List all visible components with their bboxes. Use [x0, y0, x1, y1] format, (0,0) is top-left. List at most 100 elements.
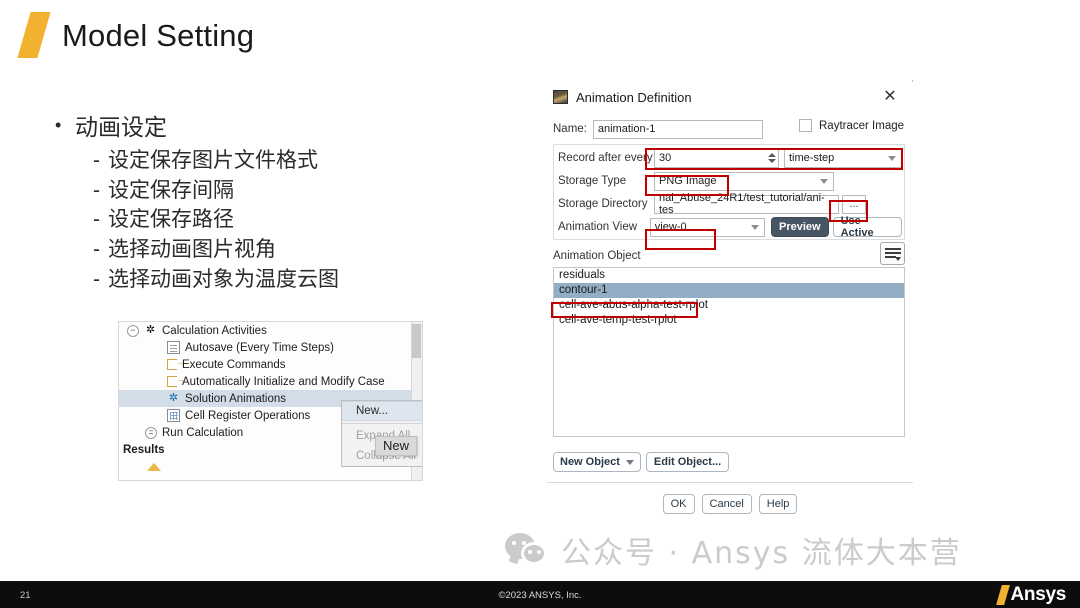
dialog-footer-buttons: OK Cancel Help: [547, 494, 913, 514]
bullet-level2: - 设定保存路径: [93, 205, 339, 235]
wechat-icon: [505, 533, 551, 567]
animation-object-label: Animation Object: [553, 250, 641, 262]
record-unit-dropdown[interactable]: time-step: [784, 148, 902, 168]
stepper-down-icon[interactable]: [768, 159, 776, 163]
name-label: Name:: [553, 123, 587, 135]
copyright-text: ©2023 ANSYS, Inc.: [498, 590, 582, 601]
storage-type-row: Storage Type PNG Image: [558, 170, 902, 192]
record-after-every-row: Record after every 30 time-step: [558, 147, 902, 169]
wechat-eye: [522, 541, 526, 545]
tree-item-autosave[interactable]: Autosave (Every Time Steps): [119, 339, 422, 356]
tree-item-label: Run Calculation: [162, 426, 244, 439]
tree-item-label: Cell Register Operations: [185, 409, 311, 422]
bullet-sublist: - 设定保存图片文件格式 - 设定保存间隔 - 设定保存路径 - 选择动画图片视角 -选…: [93, 146, 339, 295]
triangle-icon: [147, 462, 161, 471]
grid-icon: [167, 409, 180, 422]
storage-directory-row: Storage Directory nal_Abuse_24R1/test_tu…: [558, 192, 902, 216]
tree-scrollbar-thumb[interactable]: [412, 324, 421, 358]
page-title-text: Model Setting: [62, 17, 255, 53]
dash-icon: -: [93, 268, 100, 291]
storage-type-value: PNG Image: [659, 175, 717, 187]
tooltip-new: New: [375, 436, 418, 456]
bullet-level1: • 动画设定: [55, 113, 339, 142]
wechat-eye: [537, 550, 541, 554]
list-item[interactable]: residuals: [554, 268, 904, 283]
chevron-down-icon: [625, 459, 634, 465]
collapse-twisty-icon[interactable]: −: [127, 324, 139, 337]
raytracer-image-label: Raytracer Image: [819, 119, 905, 132]
execute-icon: [167, 357, 185, 370]
wechat-bubble-small: [521, 542, 547, 565]
list-item[interactable]: cell-ave-temp-test-rplot: [554, 313, 904, 328]
record-after-every-stepper[interactable]: 30: [654, 148, 779, 168]
context-menu-separator: [342, 423, 422, 424]
app-icon: [553, 90, 568, 104]
slide-canvas: Model Setting • 动画设定 - 设定保存图片文件格式 - 设定保存间隔…: [0, 0, 1080, 608]
animation-object-list[interactable]: residuals contour-1 cell-ave-abus-alpha-…: [553, 267, 905, 437]
list-item[interactable]: contour-1: [554, 283, 904, 298]
animation-view-dropdown[interactable]: view-0: [649, 217, 766, 237]
bullet-level1-label: 动画设定: [75, 114, 167, 140]
stepper-up-icon[interactable]: [768, 153, 776, 157]
bullet-level2: - 设定保存图片文件格式: [93, 146, 339, 176]
menu-line: [885, 252, 901, 254]
animation-object-menu-button[interactable]: [880, 242, 905, 265]
equals-icon: =: [145, 426, 157, 439]
list-item[interactable]: cell-ave-abus-alpha-test-rplot: [554, 298, 904, 313]
logo-text: Ansys: [1010, 584, 1066, 605]
storage-directory-input[interactable]: nal_Abuse_24R1/test_tutorial/ani-tes: [654, 192, 839, 216]
context-menu-item-new[interactable]: New...: [342, 401, 422, 421]
bullet-dot-icon: •: [55, 115, 62, 135]
outline-tree-panel: − ✲ Calculation Activities Autosave (Eve…: [118, 321, 423, 481]
storage-type-label: Storage Type: [558, 175, 627, 187]
object-button-bar: New Object Edit Object...: [553, 452, 730, 472]
edit-object-button[interactable]: Edit Object...: [645, 452, 730, 472]
cancel-button[interactable]: Cancel: [701, 494, 752, 514]
storage-type-dropdown[interactable]: PNG Image: [654, 171, 834, 191]
tree-item-label: Results: [123, 443, 165, 456]
wechat-eye: [528, 550, 532, 554]
dialog-divider: [547, 482, 913, 483]
preview-button[interactable]: Preview: [771, 217, 829, 237]
watermark: 公众号 · Ansys 流体大本营: [505, 528, 962, 572]
tree-item-label: Execute Commands: [182, 358, 286, 371]
stepper-buttons[interactable]: [766, 150, 778, 167]
storage-directory-label: Storage Directory: [558, 198, 648, 210]
document-icon: [167, 341, 180, 354]
tree-context-menu[interactable]: New... Expand All Collapse All: [341, 400, 422, 467]
tree-item-calculation-activities[interactable]: − ✲ Calculation Activities: [119, 322, 422, 339]
tree-item-label: Automatically Initialize and Modify Case: [182, 375, 385, 388]
chevron-down-icon: [820, 178, 828, 184]
new-object-button[interactable]: New Object: [553, 452, 641, 472]
dash-icon: -: [93, 238, 100, 262]
bullet-level2-label: 设定保存路径: [108, 208, 234, 232]
close-icon[interactable]: ✕: [881, 88, 899, 106]
tree-item-execute-commands[interactable]: Execute Commands: [119, 356, 422, 373]
bullet-list: • 动画设定 - 设定保存图片文件格式 - 设定保存间隔 - 设定保存路径 - 选择动画…: [55, 113, 339, 295]
animation-view-row: Animation View view-0 Preview Use Active: [558, 215, 902, 239]
record-after-every-label: Record after every: [558, 152, 653, 164]
animation-definition-dialog: Animation Definition ✕ Name: animation-1…: [547, 82, 913, 542]
raytracer-image-checkbox-row[interactable]: Raytracer Image: [799, 119, 904, 132]
animation-view-label: Animation View: [558, 221, 638, 233]
slide-footer: 21 ©2023 ANSYS, Inc. Ansys: [0, 581, 1080, 608]
record-unit-value: time-step: [789, 152, 835, 164]
browse-directory-button[interactable]: ...: [842, 194, 866, 214]
bullet-level2: - 选择动画图片视角: [93, 235, 339, 265]
ok-button[interactable]: OK: [662, 494, 695, 514]
ansys-logo: Ansys: [996, 584, 1066, 606]
dialog-title-text: Animation Definition: [576, 89, 692, 105]
name-input[interactable]: animation-1: [592, 119, 763, 139]
use-active-button[interactable]: Use Active: [832, 215, 902, 239]
chevron-down-icon: [895, 257, 901, 261]
help-button[interactable]: Help: [758, 494, 798, 514]
bullet-level2-label: 选择动画对象为温度云图: [108, 268, 339, 291]
execute-icon: [167, 374, 185, 387]
tree-item-auto-initialize-modify-case[interactable]: Automatically Initialize and Modify Case: [119, 373, 422, 390]
menu-line: [885, 248, 901, 250]
new-object-label: New Object: [560, 456, 620, 468]
dash-icon: -: [93, 148, 100, 172]
tree-item-label: Solution Animations: [185, 392, 287, 405]
animation-view-value: view-0: [654, 221, 687, 233]
checkbox-icon[interactable]: [799, 119, 812, 132]
